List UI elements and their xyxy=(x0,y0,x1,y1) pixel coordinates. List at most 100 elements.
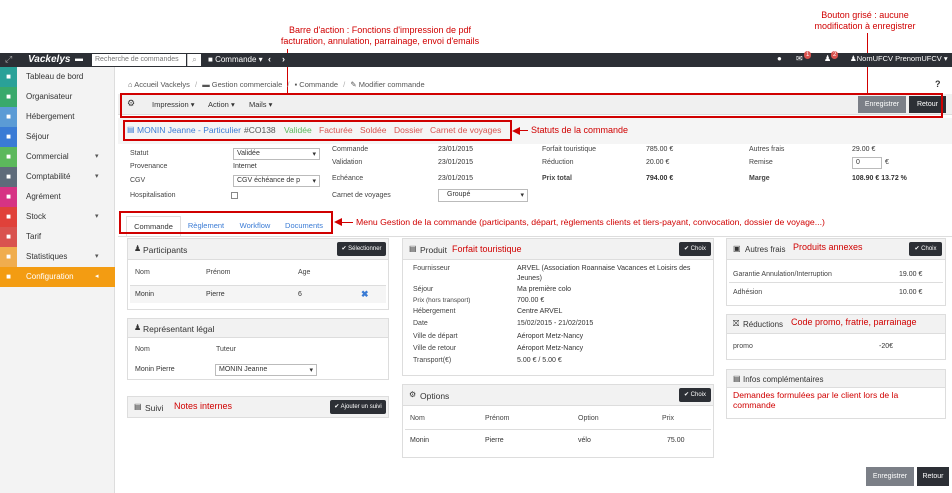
annotation-statuses: Statuts de la commande xyxy=(531,125,629,135)
breadcrumb-home[interactable]: Accueil Vackelys xyxy=(134,80,190,89)
col-option: Option xyxy=(578,415,599,422)
reduction-value: -20€ xyxy=(879,343,894,350)
command-search-input[interactable]: Recherche de commandes xyxy=(92,54,186,66)
autres-frais-title: Autres frais xyxy=(745,245,786,254)
sidebar-item-1[interactable]: ■ Organisateur xyxy=(0,87,115,107)
col-age: Age xyxy=(298,269,311,276)
sidebar-item-5[interactable]: ■ Comptabilité ▾ xyxy=(0,167,115,187)
footer-save-button[interactable]: Enregistrer xyxy=(866,467,914,486)
footer-back-button[interactable]: Retour xyxy=(917,467,949,486)
choix-label: Choix xyxy=(690,246,707,252)
choix-produit-button[interactable]: ✔ Choix xyxy=(679,242,711,256)
select-participants-button[interactable]: ✔ Sélectionner xyxy=(337,242,386,256)
command-menu[interactable]: ■ Commande ▾ xyxy=(208,55,263,64)
sidebar-item-8[interactable]: ■ Tarif xyxy=(0,227,115,247)
users-icon[interactable]: ♟ 2 xyxy=(824,51,839,63)
caret-icon: ▾ xyxy=(309,367,313,374)
sidebar-item-3[interactable]: ■ Séjour xyxy=(0,127,115,147)
help-icon[interactable]: ● xyxy=(777,54,782,63)
option-nom: Monin xyxy=(410,437,430,444)
home-icon: ⌂ xyxy=(128,80,133,89)
reduction-label: Réduction xyxy=(542,159,574,166)
sidebar-icon: ■ xyxy=(0,207,17,227)
expand-icon[interactable]: ⤢ xyxy=(5,54,12,65)
col-prenom: Prénom xyxy=(485,415,510,422)
representant-panel: ♟ Représentant légal Nom Tuteur Monin Pi… xyxy=(127,318,389,380)
suivi-title: Suivi xyxy=(145,403,164,413)
choix-options-button[interactable]: ✔ Choix xyxy=(679,388,711,402)
breadcrumb-commande[interactable]: Commande xyxy=(299,80,338,89)
tuteur-select[interactable]: MONIN Jeanne ▾ xyxy=(215,364,317,376)
gear-icon: ⚙ xyxy=(409,390,417,399)
infos-title: Infos complémentaires xyxy=(743,375,824,384)
col-prenom: Prénom xyxy=(206,269,231,276)
user-menu[interactable]: ♟NomUFCV PrenomUFCV ▾ xyxy=(850,54,948,63)
statut-select[interactable]: Validée ▾ xyxy=(233,148,320,160)
breadcrumb: ⌂ Accueil Vackelys / ▬ Gestion commercia… xyxy=(128,80,425,89)
sidebar-item-label: Organisateur xyxy=(26,92,73,101)
hospitalisation-checkbox[interactable] xyxy=(231,192,238,199)
autres-frais-value: 29.00 € xyxy=(852,146,876,153)
annotation-line: Bouton grisé : aucune xyxy=(821,10,909,20)
app-logo[interactable]: Vackelys xyxy=(28,54,70,65)
produit-value: Aéroport Metz-Nancy xyxy=(517,345,584,352)
choix-autres-button[interactable]: ✔ Choix xyxy=(909,242,942,256)
produit-value: 700.00 € xyxy=(517,297,545,304)
sidebar-item-10[interactable]: ■ Configuration ◂ xyxy=(0,267,115,287)
sidebar-item-9[interactable]: ■ Statistiques ▾ xyxy=(0,247,115,267)
chevron-icon: ▾ xyxy=(95,173,99,180)
infos-panel: ▤ Infos complémentaires Demandes formulé… xyxy=(726,369,946,419)
sidebar: ■ Tableau de bord ■ Organisateur ■ Hébergemen… xyxy=(0,67,115,493)
sidebar-item-0[interactable]: ■ Tableau de bord xyxy=(0,67,115,87)
next-arrow-icon[interactable]: › xyxy=(282,54,285,64)
participant-prenom: Pierre xyxy=(206,291,225,298)
sidebar-icon: ■ xyxy=(0,87,17,107)
folder-icon[interactable]: ▬ xyxy=(75,54,83,63)
produit-panel: ▤ Produit Forfait touristique ✔ Choix Fo… xyxy=(402,238,714,376)
sidebar-item-6[interactable]: ■ Agrément xyxy=(0,187,115,207)
sidebar-icon: ■ xyxy=(0,187,17,207)
chevron-icon: ▾ xyxy=(95,253,99,260)
participants-panel: ♟ Participants ✔ Sélectionner Nom Prénom… xyxy=(127,238,389,310)
caret-icon: ▾ xyxy=(520,192,524,199)
frais-label: Garantie Annulation/Interruption xyxy=(733,271,832,278)
sidebar-item-label: Comptabilité xyxy=(26,172,71,181)
breadcrumb-sep: / xyxy=(287,80,290,89)
command-menu-label: Commande xyxy=(215,55,257,64)
search-icon[interactable]: ⌕ xyxy=(187,54,201,66)
mail-icon[interactable]: ✉ 1 xyxy=(796,51,812,63)
remise-input[interactable]: 0 xyxy=(852,157,882,169)
cgv-select[interactable]: CGV échéance de p ▾ xyxy=(233,175,320,187)
sidebar-item-7[interactable]: ■ Stock ▾ xyxy=(0,207,115,227)
produit-value: ARVEL (Association Roannaise Vacances et… xyxy=(517,265,691,272)
tuteur-value: MONIN Jeanne xyxy=(219,366,268,373)
col-prix: Prix xyxy=(662,415,675,422)
reductions-title: Réductions xyxy=(743,320,784,329)
options-title: Options xyxy=(420,391,450,401)
sidebar-item-label: Tableau de bord xyxy=(26,72,84,81)
user-icon: ♟ xyxy=(134,244,142,253)
sidebar-item-4[interactable]: ■ Commercial ▾ xyxy=(0,147,115,167)
annotation-notes: Notes internes xyxy=(174,401,233,411)
prix-total-label: Prix total xyxy=(542,175,572,182)
prev-arrow-icon[interactable]: ‹ xyxy=(268,54,271,64)
sidebar-icon: ■ xyxy=(0,227,17,247)
representant-nom: Monin Pierre xyxy=(135,366,175,373)
select-label: Sélectionner xyxy=(348,246,382,252)
add-suivi-button[interactable]: ✔ Ajouter un suivi xyxy=(330,400,386,414)
reduction-label: promo xyxy=(733,343,753,350)
user-icon: ♟ xyxy=(134,323,142,332)
remise-unit: € xyxy=(885,159,889,166)
participant-age: 6 xyxy=(298,291,302,298)
help-icon[interactable]: ? xyxy=(935,79,941,89)
annotation-line: Barre d'action : Fonctions d'impression … xyxy=(288,25,472,35)
carnet-select[interactable]: Groupé ▾ xyxy=(438,189,528,202)
sidebar-item-2[interactable]: ■ Hébergement xyxy=(0,107,115,127)
hospitalisation-label: Hospitalisation xyxy=(130,192,176,199)
caret-icon: ▾ xyxy=(312,178,316,185)
produit-label: Date xyxy=(413,320,428,327)
option-prenom: Pierre xyxy=(485,437,504,444)
breadcrumb-commercial[interactable]: Gestion commerciale xyxy=(212,80,282,89)
remove-icon[interactable]: ✖ xyxy=(361,289,369,300)
representant-title: Représentant légal xyxy=(143,324,215,334)
